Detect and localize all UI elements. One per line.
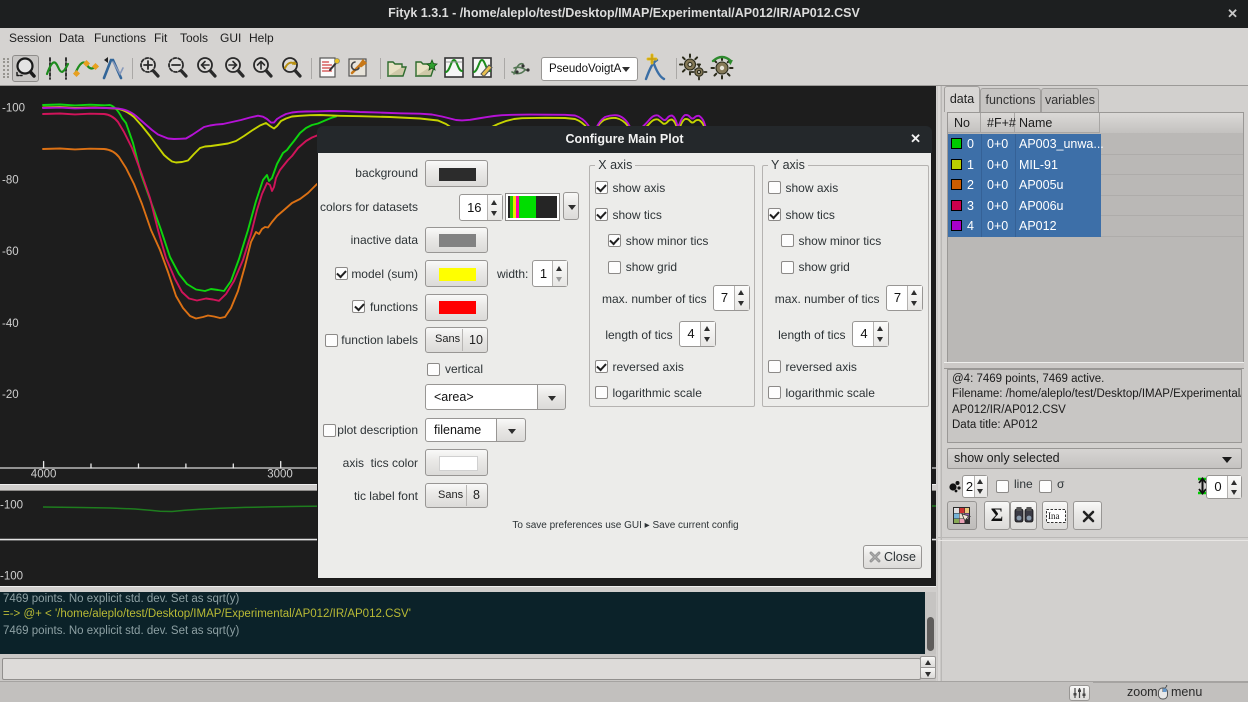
svg-text:Ina: Ina [1048, 511, 1060, 521]
svg-text:-20: -20 [2, 389, 19, 401]
svg-text:-60: -60 [2, 246, 19, 258]
svg-text:-80: -80 [2, 175, 19, 187]
svg-text:-100: -100 [0, 500, 23, 512]
svg-text:-40: -40 [2, 318, 19, 330]
svg-text:-100: -100 [2, 103, 25, 115]
svg-text:4000: 4000 [31, 469, 57, 481]
svg-text:-100: -100 [0, 571, 23, 583]
svg-text:3000: 3000 [267, 469, 293, 481]
